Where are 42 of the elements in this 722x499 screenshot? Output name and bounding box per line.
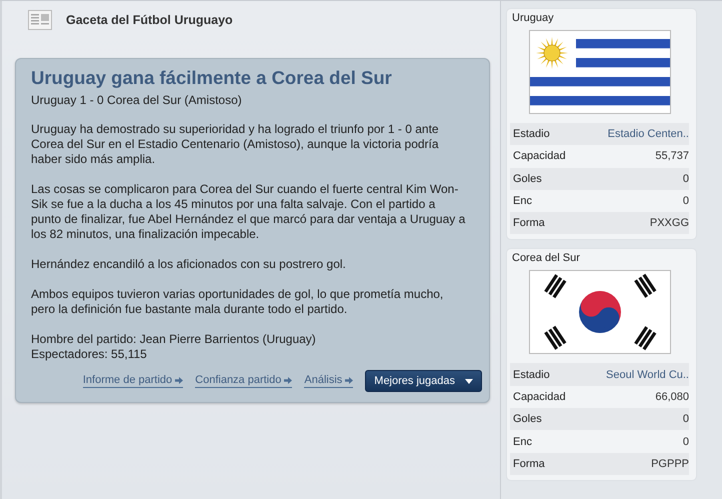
article-paragraph: Ambos equipos tuvieron varias oportunidades de gol, lo que prometía mucho, pero la definición fue bastante mala durante todo el partido.	[31, 287, 444, 317]
arrow-icon	[284, 376, 292, 384]
article-paragraph: Hernández encandiló a los aficionados con su postrero gol.	[31, 257, 347, 272]
stat-value: 0	[682, 195, 689, 208]
team-name: Uruguay	[511, 11, 555, 26]
arrow-icon	[175, 376, 184, 384]
stat-label: Enc	[513, 436, 532, 448]
stat-label: Enc	[513, 195, 532, 208]
stat-value: PXXGG	[650, 217, 689, 230]
article-paragraph: Uruguay ha demostrado su superioridad y ha logrado el triunfo por 1 - 0 ante Corea del Sur en el Estadio Centenario (Amistoso), aunque la victoria podría haber sido más amplia.	[31, 122, 440, 167]
stat-value: 0	[682, 172, 689, 185]
stadium-link[interactable]: Seoul World Cu..	[606, 368, 689, 381]
stat-label: Forma	[513, 458, 545, 470]
report-link[interactable]: Informe de partido	[82, 374, 184, 388]
gazette-title: Gaceta del Fútbol Uruguayo	[66, 13, 233, 27]
stat-label: Capacidad	[513, 390, 566, 403]
article-paragraph: Las cosas se complicaron para Corea del Sur cuando el fuerte central Kim Won-Sik se fue a la ducha a los 45 minutos por una falta salvaje. Con el partido a punto de finalizar, fue Abel Hernández el que marcó para dar ventaja a Uruguay a los 82 minutos, una finalización impecable.	[31, 182, 466, 242]
stat-value: PGPPP	[651, 458, 689, 470]
newspaper-icon	[28, 10, 52, 30]
match-result: Uruguay 1 - 0 Corea del Sur (Amistoso)	[31, 93, 243, 107]
article-headline: Uruguay gana fácilmente a Corea del Sur	[31, 67, 393, 89]
stat-label: Forma	[513, 217, 545, 230]
arrow-icon	[345, 376, 354, 384]
stat-value: 0	[682, 436, 689, 448]
stat-label: Goles	[513, 413, 542, 426]
caret-icon	[465, 378, 473, 384]
stat-label: Goles	[513, 172, 542, 185]
report-link[interactable]: Análisis	[304, 374, 354, 388]
team-name: Corea del Sur	[511, 251, 581, 266]
stat-value: 55,737	[655, 150, 689, 162]
match-fact: Espectadores: 55,115	[31, 347, 148, 362]
flag-icon	[528, 270, 670, 354]
stadium-link[interactable]: Estadio Centen..	[608, 128, 689, 140]
stat-value: 0	[682, 413, 689, 426]
highlights-dropdown[interactable]: Mejores jugadas	[365, 370, 482, 392]
stat-label: Capacidad	[513, 150, 566, 162]
stat-value: 66,080	[655, 390, 689, 403]
report-link[interactable]: Confianza partido	[195, 374, 292, 388]
match-fact: Hombre del partido: Jean Pierre Barrientos (Uruguay)	[31, 332, 317, 347]
stat-label: Estadio	[513, 128, 550, 140]
stat-label: Estadio	[513, 368, 550, 381]
flag-icon	[528, 30, 670, 114]
